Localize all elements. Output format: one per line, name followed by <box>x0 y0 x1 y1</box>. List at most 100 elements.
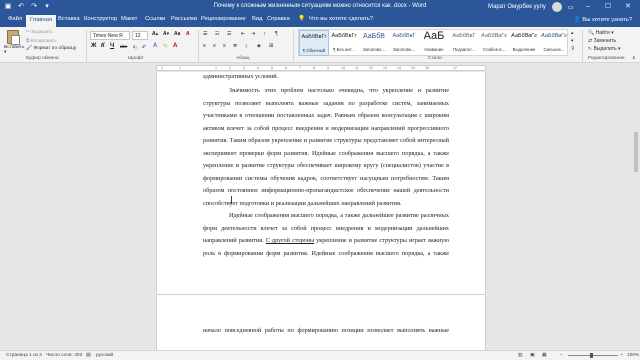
style-no-spacing[interactable]: АаБбВвГг ¶ Без инт... <box>329 30 359 56</box>
tab-references[interactable]: Ссылки <box>145 16 165 22</box>
align-center-icon[interactable]: ≡ <box>213 43 216 49</box>
italic-button[interactable]: К <box>101 43 105 49</box>
ribbon-display-icon[interactable]: ▭ <box>568 4 574 11</box>
justify-icon[interactable]: ≣ <box>233 43 237 49</box>
proofing-icon[interactable]: ▤ <box>86 353 91 358</box>
avatar[interactable] <box>551 2 562 12</box>
tab-mailings[interactable]: Рассылки <box>171 16 197 22</box>
zoom-slider-handle[interactable] <box>590 353 593 358</box>
paragraph[interactable]: административных условий. <box>203 72 449 84</box>
style-subtitle[interactable]: АаБбВвГ Подзагол... <box>449 30 479 56</box>
hyperlink[interactable]: С другой стороны <box>266 237 314 244</box>
style-subtle-emphasis[interactable]: АаБбВвГг Слабое в... <box>479 30 509 56</box>
style-normal[interactable]: АаБбВвГг ¶ Обычный <box>299 30 329 56</box>
tab-help[interactable]: Справка <box>267 16 290 22</box>
tab-view[interactable]: Вид <box>252 16 263 22</box>
paste-icon[interactable] <box>7 30 20 45</box>
subscript-button[interactable]: x₂ <box>133 44 137 49</box>
clipboard-group-label: Буфер обмена <box>26 56 59 61</box>
replace-button[interactable]: ⇄ Заменить <box>588 38 616 44</box>
ruler-scale[interactable]: 2 1 1 2 3 4 5 6 7 8 9 10 11 12 13 14 15 … <box>156 65 486 71</box>
bullets-icon[interactable]: ☰ <box>203 31 207 37</box>
scrollbar-thumb[interactable] <box>634 132 638 172</box>
font-color-button[interactable]: A <box>173 43 177 49</box>
align-left-icon[interactable]: ≡ <box>203 43 206 49</box>
paragraph[interactable]: Значимость этих проблем настолько очевид… <box>203 85 449 210</box>
paragraph[interactable]: начало повседневной работы по формирован… <box>203 325 449 338</box>
close-icon[interactable]: ✕ <box>618 1 638 13</box>
page-count[interactable]: Страница 1 из 2 <box>6 353 42 358</box>
zoom-out-icon[interactable]: – <box>560 353 563 358</box>
vertical-scrollbar[interactable] <box>632 72 640 350</box>
style-name: Выделение <box>512 47 536 52</box>
page-2[interactable]: начало повседневной работы по формирован… <box>156 294 486 350</box>
find-label: Найти <box>595 30 610 36</box>
style-heading2[interactable]: АаБбВвГ Заголово... <box>389 30 419 56</box>
tab-file[interactable]: Файл <box>8 16 22 22</box>
sort-icon[interactable]: ↕ <box>263 31 266 37</box>
zoom-slider[interactable] <box>568 355 618 356</box>
tab-design[interactable]: Конструктор <box>84 16 117 22</box>
share-button[interactable]: 👤 Вы хотите узнать? <box>574 17 633 23</box>
undo-icon[interactable]: ↶ <box>17 3 25 11</box>
cut-button[interactable]: ✂ Вырезать <box>26 30 53 35</box>
print-layout-icon[interactable]: ▣ <box>530 353 535 358</box>
redo-icon[interactable]: ↷ <box>30 3 38 11</box>
superscript-button[interactable]: x² <box>142 44 146 49</box>
save-icon[interactable]: ▣ <box>4 3 12 11</box>
numbering-icon[interactable]: ☷ <box>215 31 219 37</box>
zoom-in-icon[interactable]: + <box>620 353 623 358</box>
styles-scroll-up-icon[interactable]: ▴ <box>571 31 573 36</box>
clear-formatting-icon[interactable]: A <box>186 31 190 37</box>
format-painter-button[interactable]: 🖌 Формат по образцу <box>26 46 76 51</box>
tell-me-search[interactable]: Что вы хотите сделать? <box>309 16 373 22</box>
style-heading1[interactable]: АаБбВ Заголово... <box>359 30 389 56</box>
tab-home[interactable]: Главная <box>26 15 57 27</box>
word-count[interactable]: Число слов: 403 <box>46 353 82 358</box>
underline-button[interactable]: Ч <box>110 43 114 49</box>
pilcrow-icon[interactable]: ¶ <box>275 31 278 37</box>
bold-button[interactable]: Ж <box>91 43 96 49</box>
style-emphasis[interactable]: АаБбВвГг Выделение <box>509 30 539 56</box>
align-right-icon[interactable]: ≡ <box>223 43 226 49</box>
line-spacing-icon[interactable]: ↨ <box>245 43 248 49</box>
multilevel-list-icon[interactable]: ☲ <box>227 31 231 37</box>
zoom-level[interactable]: 100% <box>627 353 639 358</box>
style-name: Подзагол... <box>452 47 476 52</box>
minimize-icon[interactable]: – <box>578 1 598 13</box>
shading-icon[interactable]: ◈ <box>257 43 261 49</box>
document-area[interactable]: административных условий. Значимость эти… <box>0 72 640 350</box>
font-size-select[interactable]: 12 <box>132 31 148 40</box>
borders-icon[interactable]: ⊞ <box>269 43 273 49</box>
collapse-ribbon-icon[interactable]: ∧ <box>632 56 636 61</box>
shrink-font-icon[interactable]: A▾ <box>163 31 169 37</box>
tab-insert[interactable]: Вставка <box>58 16 80 22</box>
tab-review[interactable]: Рецензирование <box>201 16 246 22</box>
text-line: структуры позволяет выполнять важные зад… <box>203 99 449 107</box>
find-button[interactable]: 🔍 Найти ▾ <box>588 30 614 36</box>
maximize-icon[interactable]: ☐ <box>598 1 618 13</box>
strikethrough-button[interactable]: abc <box>120 44 127 49</box>
select-button[interactable]: ↖ Выделить ▾ <box>588 46 621 52</box>
styles-more-icon[interactable]: ⊽ <box>571 47 575 52</box>
change-case-icon[interactable]: Aa <box>174 31 180 37</box>
highlight-icon[interactable]: ✎ <box>163 43 168 50</box>
text-effects-icon[interactable]: A <box>153 43 157 49</box>
tab-layout[interactable]: Макет <box>121 16 137 22</box>
grow-font-icon[interactable]: A▴ <box>152 31 158 37</box>
customize-icon[interactable]: ▾ <box>43 3 51 11</box>
user-account[interactable]: Марат Омурбек уулу ▭ <box>488 2 574 12</box>
decrease-indent-icon[interactable]: ⇤ <box>241 31 245 37</box>
paragraph[interactable]: Идейные соображения высшего порядка, а т… <box>203 210 449 260</box>
web-layout-icon[interactable]: ▦ <box>542 353 547 358</box>
font-name-select[interactable]: Times New R <box>90 31 130 40</box>
paste-dropdown-icon[interactable]: ▾ <box>4 50 6 55</box>
style-intense-emphasis[interactable]: АаБбВвГг Сильное... <box>539 30 569 56</box>
style-title[interactable]: АаБ Название <box>419 30 449 56</box>
styles-scroll-down-icon[interactable]: ▾ <box>571 39 573 44</box>
read-mode-icon[interactable]: ▥ <box>518 353 523 358</box>
language[interactable]: русский <box>96 353 113 358</box>
copy-button[interactable]: ⧉ Копировать <box>26 38 57 44</box>
increase-indent-icon[interactable]: ⇥ <box>251 31 255 37</box>
paste-button[interactable]: Вставить <box>4 45 24 50</box>
